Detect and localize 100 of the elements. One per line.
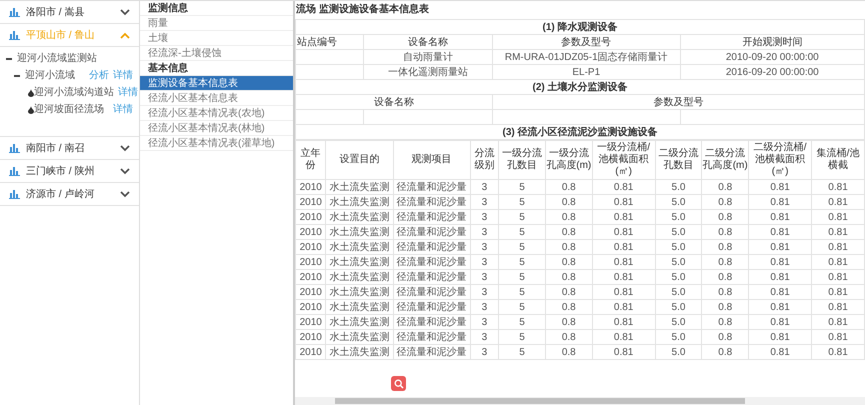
tree-item[interactable]: 迎河小流域沟道站 xyxy=(34,85,114,100)
region-header[interactable]: 济源市 / 卢岭河 xyxy=(0,183,139,205)
table-cell: 径流量和泥沙量 xyxy=(393,240,470,254)
column-header: 二级分流孔高度(m) xyxy=(702,140,749,180)
table-cell: 3 xyxy=(470,224,499,240)
table-cell: 径流量和泥沙量 xyxy=(393,270,470,284)
region-header[interactable]: 三门峡市 / 陕州 xyxy=(0,160,139,182)
table-cell: 0.81 xyxy=(592,240,656,254)
menu-item[interactable]: 径流深-土壤侵蚀 xyxy=(140,46,293,61)
menu-item[interactable]: 监测设备基本信息表 xyxy=(140,76,293,91)
table-cell: 水土流失监测 xyxy=(326,180,394,194)
menu-item[interactable]: 土壤 xyxy=(140,31,293,46)
menu-item[interactable]: 径流小区基本情况表(农地) xyxy=(140,106,293,121)
table-cell: 3 xyxy=(470,344,499,360)
table-cell: 水土流失监测 xyxy=(326,344,394,360)
table-cell: 0.8 xyxy=(702,194,749,210)
table-cell: 2010 xyxy=(296,240,326,254)
table-cell: 5 xyxy=(498,270,546,284)
chevron-down-icon xyxy=(120,144,130,152)
table-cell: 5 xyxy=(498,330,546,344)
table-cell: 5.0 xyxy=(655,180,702,194)
table-cell: 0.81 xyxy=(592,194,656,210)
chevron-down-icon xyxy=(120,8,130,16)
table-cell: 2010 xyxy=(296,314,326,330)
column-header: 立年份 xyxy=(296,140,326,180)
table-cell: 0.8 xyxy=(545,180,592,194)
table-cell: 0.81 xyxy=(812,300,864,314)
table-cell: 5.0 xyxy=(655,330,702,344)
table-cell: 0.8 xyxy=(545,284,592,300)
bar-chart-icon xyxy=(9,143,20,153)
table-cell: 0.81 xyxy=(592,330,656,344)
table-cell: 径流量和泥沙量 xyxy=(393,194,470,210)
table-cell: 径流量和泥沙量 xyxy=(393,180,470,194)
table-cell: 0.81 xyxy=(748,314,812,330)
bar-chart-icon xyxy=(9,7,20,17)
region-header[interactable]: 南阳市 / 南召 xyxy=(0,137,139,159)
tree-link[interactable]: 详情 xyxy=(118,85,138,100)
column-header: 设备名称 xyxy=(296,94,492,110)
table-cell: 5.0 xyxy=(655,284,702,300)
table-cell: 0.8 xyxy=(545,194,592,210)
drop-icon xyxy=(28,106,34,114)
chevron-down-icon xyxy=(120,168,130,174)
table-cell: 0.81 xyxy=(748,344,812,360)
table-cell: 水土流失监测 xyxy=(326,240,394,254)
table-cell: 5 xyxy=(498,300,546,314)
menu-section-header: 监测信息 xyxy=(140,1,293,16)
menu-item[interactable]: 径流小区基本情况表(林地) xyxy=(140,121,293,136)
table-cell: 水土流失监测 xyxy=(326,330,394,344)
table-cell: EL-P1 xyxy=(492,64,680,80)
table-cell: 0.81 xyxy=(592,300,656,314)
table-cell: 2010 xyxy=(296,194,326,210)
table-cell: 3 xyxy=(470,210,499,224)
table-cell: RM-URA-01JDZ05-1固态存储雨量计 xyxy=(492,50,680,64)
menu-item[interactable]: 径流小区基本情况表(灌草地) xyxy=(140,136,293,151)
table-cell: 2010 xyxy=(296,180,326,194)
table-cell: 2010 xyxy=(296,254,326,270)
table-cell: 0.8 xyxy=(545,344,592,360)
region-header[interactable]: 洛阳市 / 嵩县 xyxy=(0,1,139,23)
table-cell: 3 xyxy=(470,314,499,330)
table-cell: 水土流失监测 xyxy=(326,210,394,224)
tree-link[interactable]: 详情 xyxy=(113,102,133,117)
menu-item[interactable]: 雨量 xyxy=(140,16,293,31)
table-cell: 2010 xyxy=(296,300,326,314)
table-cell: 2010 xyxy=(296,344,326,360)
table-cell: 0.81 xyxy=(748,224,812,240)
column-header: 观测项目 xyxy=(393,140,470,180)
table-cell: 2010 xyxy=(296,224,326,240)
table-cell: 0.8 xyxy=(702,254,749,270)
table-cell: 0.81 xyxy=(592,314,656,330)
column-header: 集流桶/池横截 xyxy=(812,140,864,180)
table-cell: 自动雨量计 xyxy=(364,50,492,64)
tree-item[interactable]: 迎河坡面径流场 xyxy=(34,102,104,117)
tree-item[interactable]: 迎河小流域 xyxy=(25,68,75,83)
column-header: 站点编号 xyxy=(296,34,364,50)
table-cell: 0.8 xyxy=(702,344,749,360)
table-cell: 5 xyxy=(498,254,546,270)
table-cell: 0.81 xyxy=(592,254,656,270)
drop-icon xyxy=(28,88,34,96)
table-cell: 0.81 xyxy=(812,224,864,240)
table-cell: 0.8 xyxy=(702,300,749,314)
horizontal-scrollbar[interactable] xyxy=(295,397,865,405)
menu-item[interactable]: 径流小区基本信息表 xyxy=(140,91,293,106)
table-cell: 0.8 xyxy=(702,314,749,330)
search-button[interactable] xyxy=(391,376,406,391)
table-cell: 0.8 xyxy=(702,224,749,240)
column-header: 设置目的 xyxy=(326,140,394,180)
table-cell: 0.8 xyxy=(545,300,592,314)
chevron-down-icon xyxy=(120,190,130,198)
table-cell: 2010 xyxy=(296,210,326,224)
column-header: 一级分流桶/池横截面积(㎡) xyxy=(592,140,656,180)
page-title: 流场 监测设施设备基本信息表 xyxy=(295,2,430,17)
table-cell: 0.81 xyxy=(812,210,864,224)
tree-link[interactable]: 详情 xyxy=(113,68,133,83)
table-cell: 3 xyxy=(470,240,499,254)
search-icon xyxy=(394,378,404,388)
tree-link[interactable]: 分析 xyxy=(89,68,109,83)
tree-item[interactable]: 迎河小流域监测站 xyxy=(17,51,97,66)
table-cell: 0.81 xyxy=(592,224,656,240)
table-cell: 0.8 xyxy=(545,240,592,254)
table-cell: 3 xyxy=(470,270,499,284)
